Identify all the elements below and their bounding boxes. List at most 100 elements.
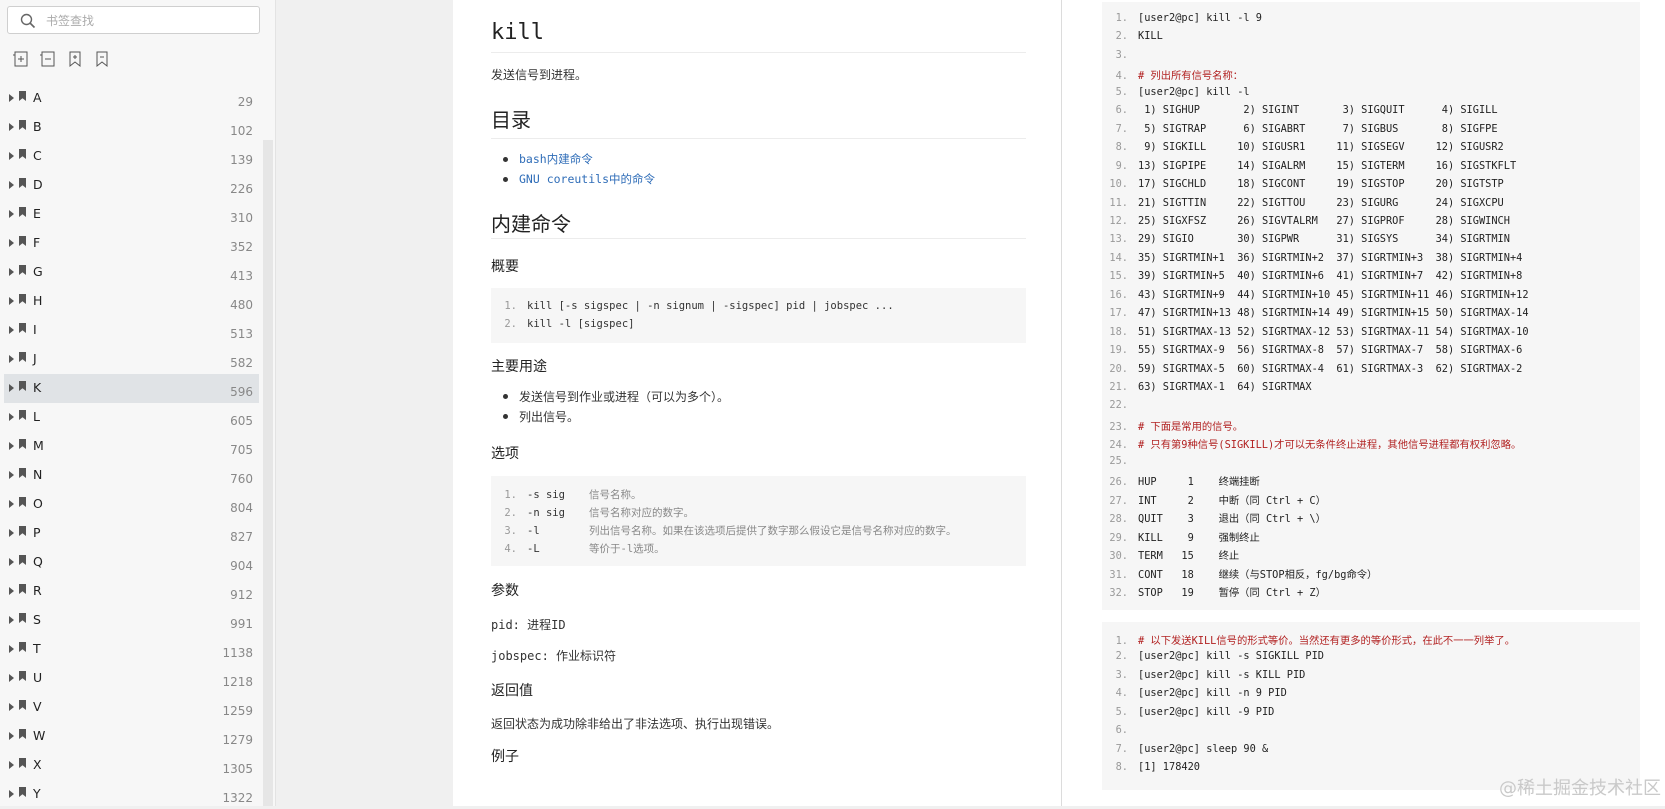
bookmark-item[interactable]: E 310 — [4, 200, 259, 229]
watermark: @稀土掘金技术社区 — [1499, 778, 1661, 799]
expand-arrow-icon[interactable] — [9, 587, 14, 595]
bookmark-item[interactable]: X 1305 — [4, 751, 259, 780]
bookmark-item[interactable]: Y 1322 — [4, 780, 259, 809]
toc-bullet — [503, 177, 508, 182]
document-page-left: kill 发送信号到进程。 目录 bash内建命令 GNU coreutils中… — [453, 0, 1061, 806]
expand-arrow-icon[interactable] — [9, 123, 14, 131]
expand-arrow-icon[interactable] — [9, 384, 14, 392]
bookmark-search-box[interactable] — [7, 6, 260, 34]
bookmark-label: E — [33, 206, 41, 221]
usage-item: 发送信号到作业或进程（可以为多个）。 — [519, 390, 730, 404]
expand-arrow-icon[interactable] — [9, 181, 14, 189]
expand-arrow-icon[interactable] — [9, 210, 14, 218]
bookmark-item[interactable]: P 827 — [4, 519, 259, 548]
bookmark-item[interactable]: H 480 — [4, 287, 259, 316]
sidebar-scrollbar[interactable] — [263, 140, 273, 806]
code-line: 15. 39) SIGRTMIN+5 40) SIGRTMIN+6 41) SIG… — [1109, 270, 1523, 283]
bookmark-item[interactable]: A 29 — [4, 84, 259, 113]
expand-arrow-icon[interactable] — [9, 732, 14, 740]
bookmark-flag-icon — [19, 352, 26, 362]
expand-arrow-icon[interactable] — [9, 442, 14, 450]
toc-link-bash[interactable]: bash内建命令 — [519, 151, 1054, 167]
document-page-right: 1. [user2@pc] kill -l 9 2. KILL 3. 4. # 列出所有信号… — [1062, 0, 1665, 806]
expand-arrow-icon[interactable] — [9, 326, 14, 334]
expand-arrow-icon[interactable] — [9, 413, 14, 421]
synopsis-line: 2. kill -l [sigspec] — [504, 318, 635, 330]
bookmark-icon[interactable] — [93, 50, 111, 68]
expand-arrow-icon[interactable] — [9, 616, 14, 624]
code-line: 3. [user2@pc] kill -s KILL PID — [1115, 668, 1306, 681]
bookmark-label: A — [33, 90, 42, 105]
bookmark-item[interactable]: Q 904 — [4, 548, 259, 577]
bookmark-page-number: 139 — [230, 153, 253, 167]
search-icon — [20, 13, 36, 29]
expand-arrow-icon[interactable] — [9, 558, 14, 566]
add-bookmark-icon[interactable] — [66, 50, 84, 68]
expand-arrow-icon[interactable] — [9, 152, 14, 160]
bookmark-item[interactable]: O 804 — [4, 490, 259, 519]
code-line: 27. INT 2 中断（同 Ctrl + C） — [1109, 494, 1326, 507]
code-line: 12. 25) SIGXFSZ 26) SIGVTALRM 27) SIGPROF… — [1109, 214, 1510, 227]
bookmark-page-number: 760 — [230, 472, 253, 486]
synopsis-heading: 概要 — [491, 259, 519, 275]
toc-heading: 目录 — [491, 108, 531, 132]
bookmark-page-number: 1218 — [222, 675, 253, 689]
bookmark-flag-icon — [19, 758, 26, 768]
bookmark-item[interactable]: C 139 — [4, 142, 259, 171]
expand-arrow-icon[interactable] — [9, 790, 14, 798]
bookmark-label: M — [33, 438, 44, 453]
example-code-block-1: 1. [user2@pc] kill -l 9 2. KILL 3. 4. # 列出所有信号… — [1102, 2, 1640, 610]
expand-arrow-icon[interactable] — [9, 761, 14, 769]
bookmark-item[interactable]: T 1138 — [4, 635, 259, 664]
expand-arrow-icon[interactable] — [9, 500, 14, 508]
expand-arrow-icon[interactable] — [9, 645, 14, 653]
expand-arrow-icon[interactable] — [9, 703, 14, 711]
expand-arrow-icon[interactable] — [9, 268, 14, 276]
expand-arrow-icon[interactable] — [9, 297, 14, 305]
params-heading: 参数 — [491, 583, 519, 599]
code-line: 5. [user2@pc] kill -9 PID — [1115, 705, 1275, 718]
bookmark-item[interactable]: K 596 — [4, 374, 259, 403]
return-heading: 返回值 — [491, 683, 533, 699]
bookmark-item[interactable]: N 760 — [4, 461, 259, 490]
expand-arrow-icon[interactable] — [9, 94, 14, 102]
expand-arrow-icon[interactable] — [9, 529, 14, 537]
bookmark-page-number: 310 — [230, 211, 253, 225]
bookmark-item[interactable]: V 1259 — [4, 693, 259, 722]
bookmark-item[interactable]: J 582 — [4, 345, 259, 374]
param-jobspec: jobspec: 作业标识符 — [491, 649, 617, 663]
bookmark-item[interactable]: F 352 — [4, 229, 259, 258]
code-line: 3. — [1115, 48, 1128, 61]
code-line: 14. 35) SIGRTMIN+1 36) SIGRTMIN+2 37) SIG… — [1109, 251, 1523, 264]
options-code-block: 1. -s sig 信号名称。 2. -n sig 信号名称对应的数字。 3. -l 列出信… — [491, 476, 1026, 566]
usage-item: 列出信号。 — [519, 410, 580, 424]
bookmark-flag-icon — [19, 700, 26, 710]
bookmark-item[interactable]: D 226 — [4, 171, 259, 200]
expand-arrow-icon[interactable] — [9, 239, 14, 247]
bookmark-item[interactable]: U 1218 — [4, 664, 259, 693]
bookmark-search-input[interactable] — [44, 11, 248, 31]
bookmark-flag-icon — [19, 236, 26, 246]
bookmark-item[interactable]: R 912 — [4, 577, 259, 606]
code-line: 5. [user2@pc] kill -l — [1115, 85, 1250, 98]
code-line: 18. 51) SIGRTMAX-13 52) SIGRTMAX-12 53) S… — [1109, 325, 1529, 338]
expand-all-icon[interactable] — [12, 50, 30, 68]
bookmark-item[interactable]: B 102 — [4, 113, 259, 142]
expand-arrow-icon[interactable] — [9, 471, 14, 479]
bookmark-item[interactable]: L 605 — [4, 403, 259, 432]
bookmark-flag-icon — [19, 613, 26, 623]
expand-arrow-icon[interactable] — [9, 355, 14, 363]
code-line: 1. [user2@pc] kill -l 9 — [1115, 12, 1262, 24]
bookmark-item[interactable]: M 705 — [4, 432, 259, 461]
expand-arrow-icon[interactable] — [9, 674, 14, 682]
bookmark-item[interactable]: G 413 — [4, 258, 259, 287]
bookmark-flag-icon — [19, 729, 26, 739]
bookmark-flag-icon — [19, 468, 26, 478]
bookmark-item[interactable]: I 513 — [4, 316, 259, 345]
toc-link-coreutils[interactable]: GNU coreutils中的命令 — [519, 171, 1054, 187]
bookmark-item[interactable]: W 1279 — [4, 722, 259, 751]
code-line: 7. [user2@pc] sleep 90 & — [1115, 742, 1269, 755]
bookmark-item[interactable]: S 991 — [4, 606, 259, 635]
bookmark-page-number: 804 — [230, 501, 253, 515]
collapse-all-icon[interactable] — [39, 50, 57, 68]
